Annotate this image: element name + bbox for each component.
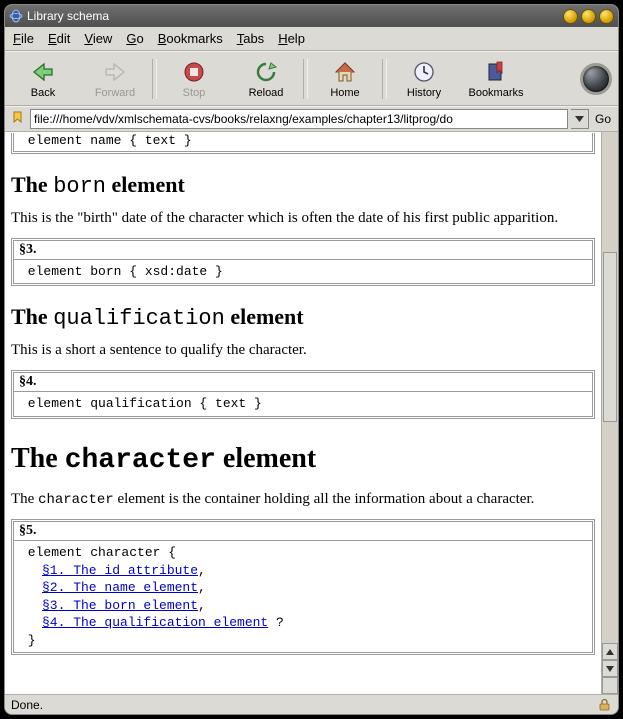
codebox-qual-num: §4.: [13, 372, 593, 392]
stop-icon: [180, 59, 208, 85]
bookmark-icon: [482, 59, 510, 85]
app-icon: [9, 9, 23, 23]
status-text: Done.: [11, 698, 592, 712]
scrollbar-thumb[interactable]: [603, 252, 617, 422]
history-label: History: [407, 87, 441, 99]
bookmarks-button[interactable]: Bookmarks: [460, 57, 532, 101]
vertical-scrollbar[interactable]: [601, 132, 618, 694]
link-name-element[interactable]: §2. The name element: [42, 580, 198, 595]
menu-edit[interactable]: Edit: [48, 31, 70, 46]
reload-icon: [252, 59, 280, 85]
minimize-button[interactable]: [563, 9, 578, 24]
menu-view[interactable]: View: [84, 31, 112, 46]
window-title: Library schema: [27, 9, 559, 23]
content-area: element name { text } The born element T…: [5, 132, 618, 694]
para-born: This is the "birth" date of the characte…: [11, 209, 595, 228]
lock-icon: [598, 698, 612, 712]
menu-tabs[interactable]: Tabs: [237, 31, 264, 46]
codebox-born-body: element born { xsd:date }: [13, 260, 593, 285]
toolbar: Back Forward Stop Reload Home: [5, 51, 618, 106]
bookmark-page-icon[interactable]: [9, 110, 27, 128]
url-input[interactable]: [30, 109, 568, 129]
link-qualification-element[interactable]: §4. The qualification element: [42, 615, 268, 630]
reload-label: Reload: [249, 87, 284, 99]
heading-qualification: The qualification element: [11, 304, 595, 331]
close-button[interactable]: [599, 9, 614, 24]
url-dropdown[interactable]: [571, 109, 589, 129]
scroll-down-button[interactable]: [602, 660, 618, 677]
document-viewport: element name { text } The born element T…: [5, 132, 601, 694]
heading-character: The character element: [11, 443, 595, 476]
browser-window: Library schema File Edit View Go Bookmar…: [4, 4, 619, 715]
toolbar-separator: [382, 59, 387, 99]
back-label: Back: [31, 87, 55, 99]
scroll-up-button[interactable]: [602, 643, 618, 660]
window-controls: [563, 9, 614, 24]
menubar: File Edit View Go Bookmarks Tabs Help: [5, 27, 618, 51]
para-qualification: This is a short a sentence to qualify th…: [11, 341, 595, 360]
forward-button: Forward: [79, 57, 151, 101]
home-button[interactable]: Home: [309, 57, 381, 101]
location-bar: Go: [5, 106, 618, 132]
home-label: Home: [330, 87, 359, 99]
codebox-char-num: §5.: [13, 521, 593, 541]
forward-arrow-icon: [101, 59, 129, 85]
codebox-born-num: §3.: [13, 240, 593, 260]
scrollbar-corner: [602, 677, 618, 694]
history-icon: [410, 59, 438, 85]
go-button[interactable]: Go: [592, 111, 614, 127]
back-arrow-icon: [29, 59, 57, 85]
code-snippet-name: element name { text }: [13, 132, 593, 152]
stop-label: Stop: [183, 87, 206, 99]
back-button[interactable]: Back: [7, 57, 79, 101]
menu-bookmarks[interactable]: Bookmarks: [158, 31, 223, 46]
statusbar: Done.: [5, 694, 618, 714]
heading-born: The born element: [11, 172, 595, 199]
menu-help[interactable]: Help: [278, 31, 305, 46]
codebox-qual-body: element qualification { text }: [13, 392, 593, 417]
throbber-icon: [580, 63, 612, 95]
menu-go[interactable]: Go: [126, 31, 143, 46]
history-button[interactable]: History: [388, 57, 460, 101]
link-born-element[interactable]: §3. The born element: [42, 598, 198, 613]
maximize-button[interactable]: [581, 9, 596, 24]
stop-button: Stop: [158, 57, 230, 101]
menu-file[interactable]: File: [13, 31, 34, 46]
codebox-qualification: §4. element qualification { text }: [11, 370, 595, 419]
titlebar: Library schema: [5, 5, 618, 27]
codebox-char-body: element character { §1. The id attribute…: [13, 541, 593, 653]
para-character: The character element is the container h…: [11, 490, 595, 510]
toolbar-separator: [303, 59, 308, 99]
codebox-born: §3. element born { xsd:date }: [11, 238, 595, 287]
forward-label: Forward: [95, 87, 135, 99]
toolbar-separator: [152, 59, 157, 99]
reload-button[interactable]: Reload: [230, 57, 302, 101]
codebox-character: §5. element character { §1. The id attri…: [11, 519, 595, 655]
bookmarks-label: Bookmarks: [468, 87, 523, 99]
home-icon: [331, 59, 359, 85]
link-id-attribute[interactable]: §1. The id attribute: [42, 563, 198, 578]
